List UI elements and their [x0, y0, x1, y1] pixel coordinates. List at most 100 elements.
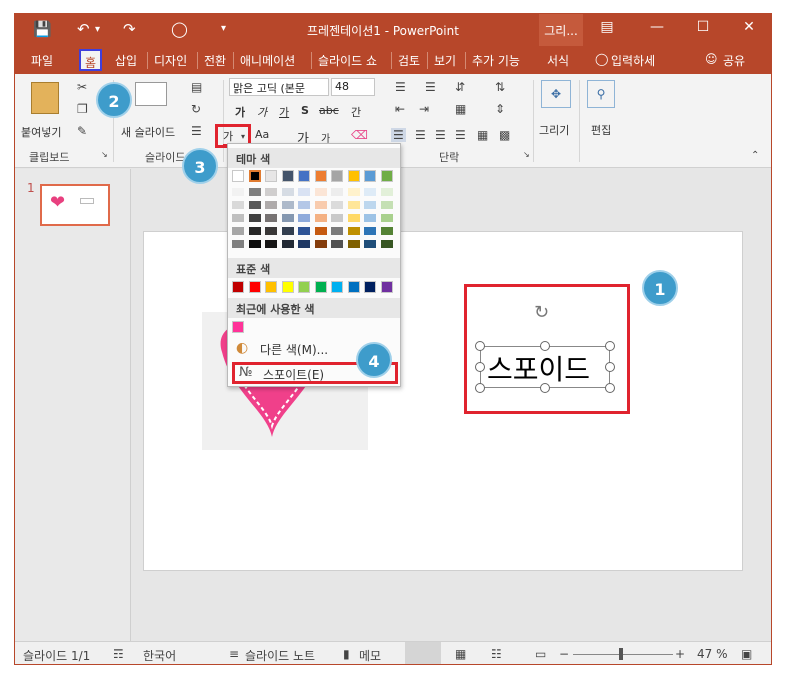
cut-icon[interactable]: ✂ [77, 80, 87, 94]
theme-shade-swatch[interactable] [331, 227, 343, 235]
font-name-combo[interactable]: 맑은 고딕 (본문 [229, 78, 329, 96]
theme-shade-swatch[interactable] [364, 201, 376, 209]
standard-color-swatch[interactable] [331, 281, 343, 293]
customize-icon[interactable]: ▾ [221, 23, 226, 34]
tab-transitions[interactable]: 전환 [197, 52, 226, 69]
bullets-icon[interactable]: ☰ [395, 80, 406, 94]
clear-format-icon[interactable]: ⌫ [351, 128, 368, 142]
draw-button[interactable]: 그리기 [539, 122, 569, 138]
numbering-icon[interactable]: ☰ [425, 80, 436, 94]
clipboard-launcher-icon[interactable]: ↘ [101, 150, 108, 159]
recent-color-swatch[interactable] [232, 321, 244, 333]
tab-animations[interactable]: 애니메이션 [233, 52, 295, 69]
italic-button[interactable]: 가 [257, 104, 267, 120]
reset-icon[interactable]: ↻ [191, 102, 201, 116]
tab-file[interactable]: 파일 [31, 52, 53, 69]
tab-view[interactable]: 보기 [427, 52, 456, 69]
context-tab-drawing[interactable]: 그리... [539, 14, 583, 46]
align-right-icon[interactable]: ☰ [435, 128, 446, 142]
slide-sorter-icon[interactable]: ▦ [455, 647, 466, 661]
theme-shade-swatch[interactable] [314, 201, 327, 209]
theme-shade-swatch[interactable] [331, 188, 343, 196]
theme-shade-swatch[interactable] [232, 188, 244, 196]
theme-color-swatch[interactable] [232, 170, 244, 182]
text-direction-icon[interactable]: ⇅ [495, 80, 505, 94]
theme-color-swatch[interactable] [314, 170, 327, 182]
justify-icon[interactable]: ☰ [455, 128, 466, 142]
theme-color-swatch[interactable] [331, 170, 343, 182]
standard-color-swatch[interactable] [265, 281, 277, 293]
theme-shade-swatch[interactable] [331, 214, 343, 222]
undo-icon[interactable]: ↶ [77, 20, 90, 38]
columns-icon[interactable]: ▦ [455, 102, 466, 116]
section-icon[interactable]: ☰ [191, 124, 202, 138]
textbox[interactable]: 스포이드 [480, 346, 610, 388]
theme-shade-swatch[interactable] [380, 240, 393, 248]
find-icon[interactable]: ⚲ [587, 80, 615, 108]
standard-color-swatch[interactable] [298, 281, 310, 293]
tab-insert[interactable]: 삽입 [115, 52, 137, 69]
layout-icon[interactable]: ▤ [191, 80, 202, 94]
theme-shade-swatch[interactable] [314, 227, 327, 235]
theme-shade-swatch[interactable] [380, 188, 393, 196]
paragraph-launcher-icon[interactable]: ↘ [523, 150, 530, 159]
theme-shade-swatch[interactable] [380, 201, 393, 209]
standard-color-swatch[interactable] [364, 281, 376, 293]
theme-color-swatch[interactable] [265, 170, 277, 182]
theme-shade-swatch[interactable] [265, 240, 277, 248]
standard-color-swatch[interactable] [248, 281, 261, 293]
theme-shade-swatch[interactable] [265, 214, 277, 222]
copy-icon[interactable]: ❐ [77, 102, 88, 116]
share-button[interactable]: 공유 [723, 52, 745, 69]
new-slide-button[interactable]: 새 슬라이드 [121, 124, 175, 140]
theme-shade-swatch[interactable] [331, 240, 343, 248]
format-painter-icon[interactable]: ✎ [77, 124, 87, 138]
resize-handle[interactable] [540, 383, 550, 393]
theme-shade-swatch[interactable] [248, 227, 261, 235]
reading-view-icon[interactable]: ☷ [491, 647, 502, 661]
fit-slide-icon[interactable]: ▣ [741, 647, 752, 661]
draw-shapes-icon[interactable]: ✥ [541, 80, 571, 108]
theme-shade-swatch[interactable] [281, 227, 294, 235]
language-indicator[interactable]: 한국어 [143, 647, 176, 664]
standard-color-swatch[interactable] [281, 281, 294, 293]
close-icon[interactable]: ✕ [737, 19, 761, 35]
font-size-combo[interactable]: 48 [331, 78, 375, 96]
theme-color-swatch[interactable] [281, 170, 294, 182]
save-icon[interactable]: 💾 [33, 20, 52, 38]
slideshow-icon[interactable]: ▭ [535, 647, 546, 661]
standard-color-swatch[interactable] [314, 281, 327, 293]
ribbon-display-icon[interactable]: ▤ [595, 19, 619, 35]
resize-handle[interactable] [475, 383, 485, 393]
theme-shade-swatch[interactable] [380, 214, 393, 222]
theme-shade-swatch[interactable] [281, 188, 294, 196]
smartart-icon[interactable]: ▩ [499, 128, 510, 142]
theme-shade-swatch[interactable] [248, 188, 261, 196]
resize-handle[interactable] [605, 341, 615, 351]
theme-shade-swatch[interactable] [265, 188, 277, 196]
theme-shade-swatch[interactable] [380, 227, 393, 235]
theme-shade-swatch[interactable] [248, 214, 261, 222]
rotate-handle-icon[interactable]: ↻ [534, 302, 549, 323]
theme-color-swatch[interactable] [380, 170, 393, 182]
theme-shade-swatch[interactable] [265, 227, 277, 235]
theme-shade-swatch[interactable] [232, 201, 244, 209]
theme-shade-swatch[interactable] [314, 214, 327, 222]
tab-review[interactable]: 검토 [391, 52, 420, 69]
new-slide-icon[interactable] [135, 82, 167, 106]
comments-button[interactable]: 메모 [359, 647, 381, 664]
theme-shade-swatch[interactable] [347, 227, 360, 235]
theme-shade-swatch[interactable] [331, 201, 343, 209]
theme-shade-swatch[interactable] [364, 188, 376, 196]
tab-addins[interactable]: 추가 기능 [465, 52, 520, 69]
theme-shade-swatch[interactable] [298, 188, 310, 196]
minimize-icon[interactable]: — [645, 19, 669, 35]
maximize-icon[interactable]: ☐ [691, 19, 715, 35]
edit-button[interactable]: 편집 [591, 122, 611, 138]
theme-shade-swatch[interactable] [232, 214, 244, 222]
bold-button[interactable]: 가 [235, 104, 245, 120]
align-left-icon[interactable]: ☰ [391, 128, 406, 142]
distribute-icon[interactable]: ▦ [477, 128, 488, 142]
theme-shade-swatch[interactable] [298, 227, 310, 235]
paste-icon[interactable] [31, 82, 59, 114]
